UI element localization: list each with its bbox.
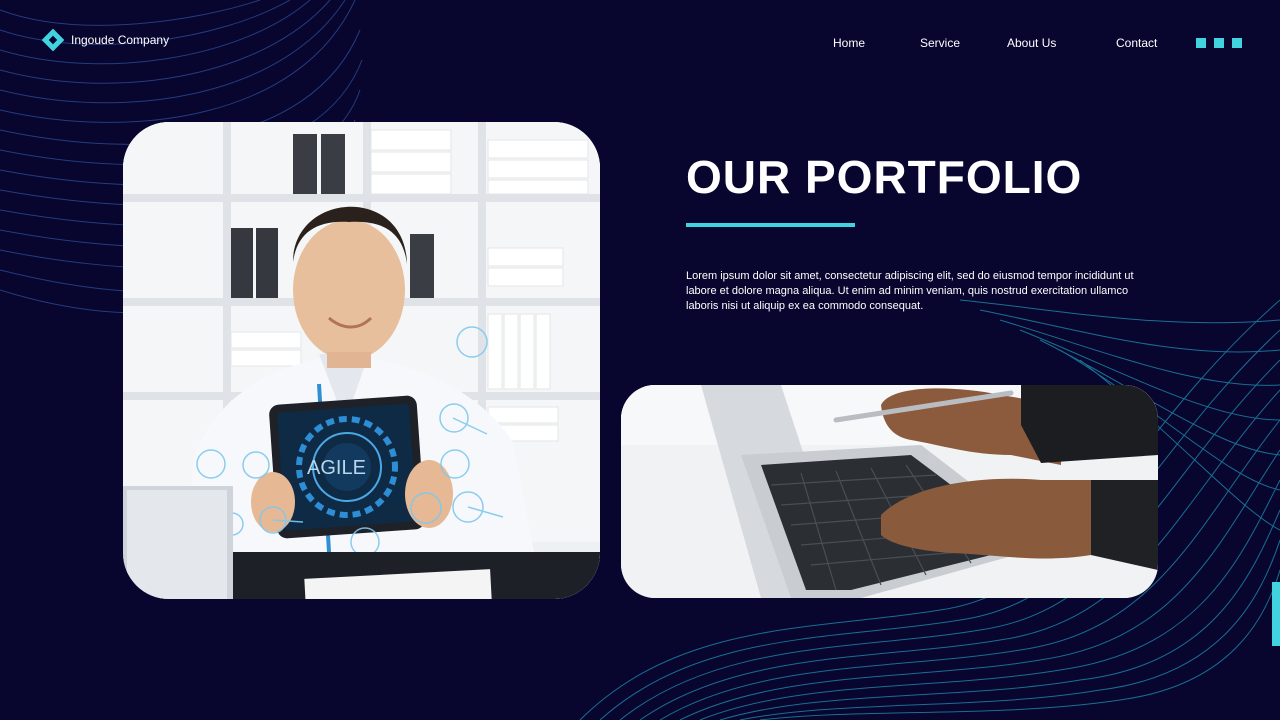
laptop-illustration xyxy=(621,385,1158,598)
nav-home[interactable]: Home xyxy=(833,36,865,50)
logo[interactable]: Ingoude Company xyxy=(41,28,170,52)
portfolio-photo-typing-laptop xyxy=(621,385,1158,598)
diamond-logo-icon xyxy=(41,28,65,52)
tablet-text: AGILE xyxy=(307,457,366,479)
intro-paragraph: Lorem ipsum dolor sit amet, consectetur … xyxy=(686,270,1134,312)
scroll-indicator[interactable] xyxy=(1272,582,1280,646)
dot-icon xyxy=(1196,38,1206,48)
header: Ingoude Company Home Service About Us Co… xyxy=(0,0,1280,86)
menu-dots-icon[interactable] xyxy=(1196,38,1242,48)
nav-service[interactable]: Service xyxy=(920,36,960,50)
office-illustration: AGILE xyxy=(123,122,600,599)
dot-icon xyxy=(1214,38,1224,48)
nav-contact[interactable]: Contact xyxy=(1116,36,1157,50)
title-underline xyxy=(686,223,855,227)
nav-about-us[interactable]: About Us xyxy=(1007,36,1056,50)
page-title: OUR PORTFOLIO xyxy=(686,151,1083,203)
company-name: Ingoude Company xyxy=(71,33,170,47)
dot-icon xyxy=(1232,38,1242,48)
portfolio-photo-man-with-tablet: AGILE xyxy=(123,122,600,599)
